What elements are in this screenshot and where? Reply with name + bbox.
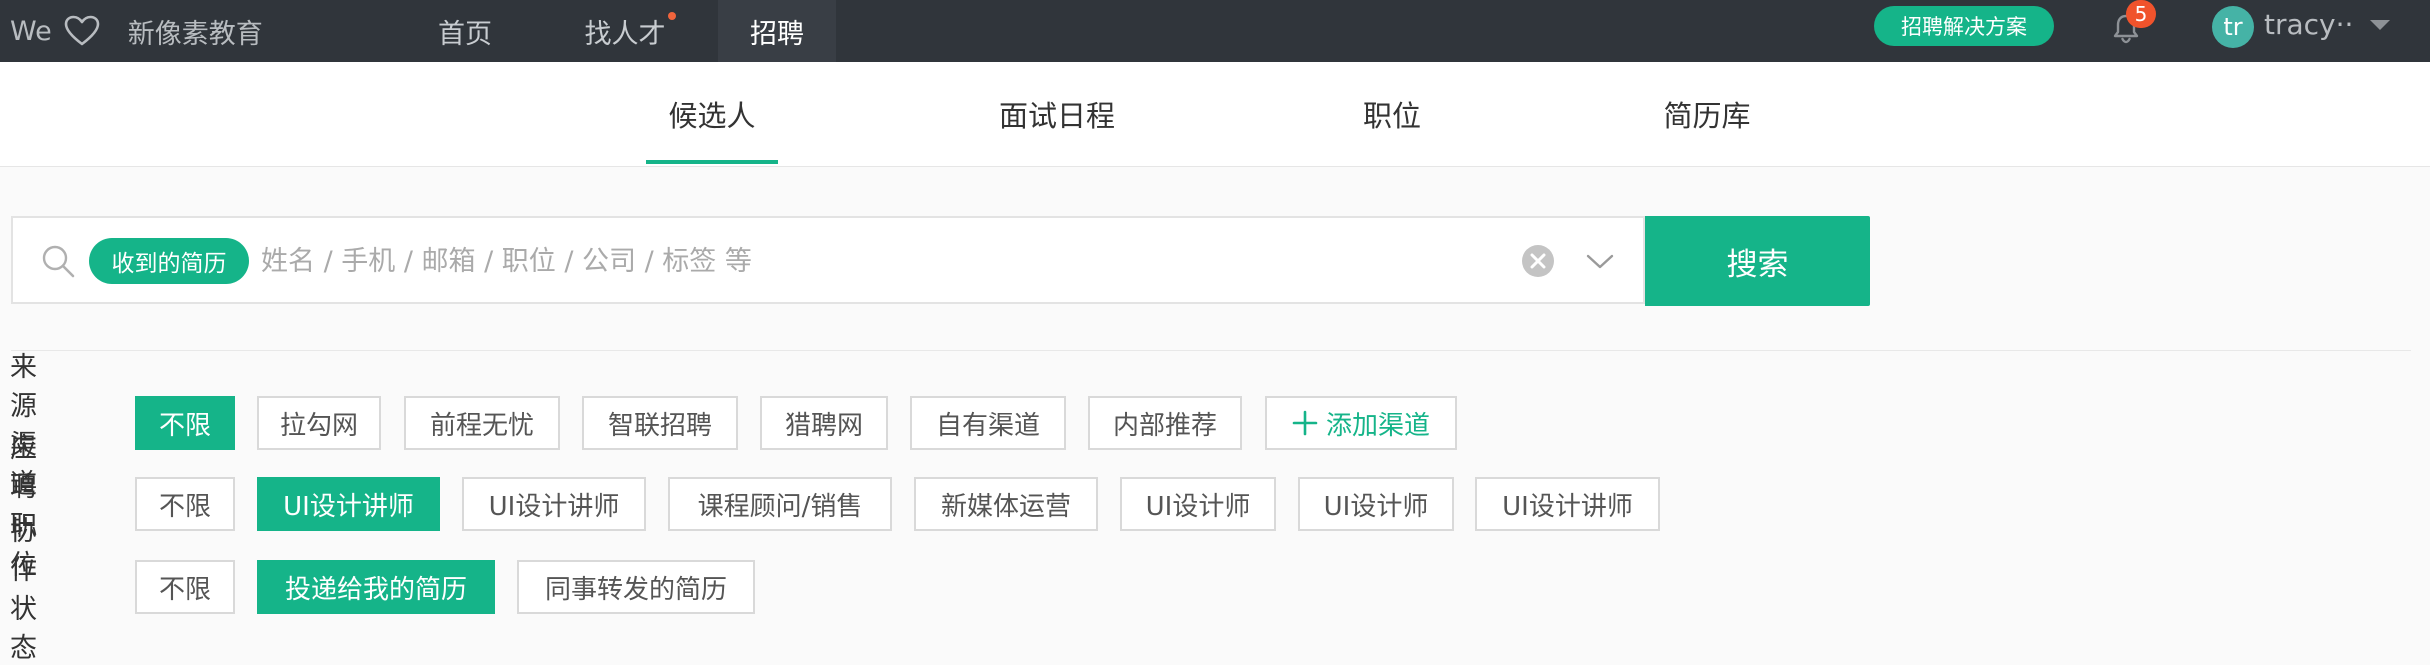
notification-badge: 5: [2126, 0, 2156, 28]
heart-icon: [64, 15, 100, 46]
collab-option-sent-to-me[interactable]: 投递给我的简历: [257, 560, 495, 614]
tab-positions-label: 职位: [1362, 99, 1421, 133]
source-option-own-channel[interactable]: 自有渠道: [910, 396, 1066, 450]
search-input[interactable]: [259, 232, 1513, 290]
tab-resume-library[interactable]: 简历库: [1660, 62, 1754, 166]
tab-candidates-label: 候选人: [668, 99, 756, 133]
search-icon: [42, 245, 75, 278]
search-button[interactable]: 搜索: [1645, 216, 1870, 306]
avatar[interactable]: tr: [2212, 6, 2254, 48]
section-divider: [11, 350, 2411, 351]
nav-recruit-label: 招聘: [750, 18, 804, 50]
brand-logo[interactable]: We 新像素教育: [10, 0, 263, 62]
recruit-solution-label: 招聘解决方案: [1901, 15, 2027, 39]
recruit-solution-button[interactable]: 招聘解决方案: [1874, 6, 2054, 46]
source-option-51job[interactable]: 前程无忧: [404, 396, 560, 450]
tab-interview-schedule-label: 面试日程: [998, 99, 1115, 133]
new-indicator-dot: [668, 12, 676, 20]
collab-option-forwarded[interactable]: 同事转发的简历: [517, 560, 755, 614]
tab-positions[interactable]: 职位: [1352, 62, 1432, 166]
source-option-referral[interactable]: 内部推荐: [1088, 396, 1242, 450]
add-channel-button[interactable]: 添加渠道: [1265, 396, 1457, 450]
nav-recruit[interactable]: 招聘: [718, 0, 836, 62]
org-name: 新像素教育: [127, 18, 263, 50]
search-scope-tag[interactable]: 收到的简历: [89, 238, 249, 284]
position-option-ui-designer-2[interactable]: UI设计师: [1298, 477, 1454, 531]
logo-text: We: [10, 15, 52, 47]
position-option-ui-designer-1[interactable]: UI设计师: [1120, 477, 1276, 531]
filter-label-collab: 协作状态: [10, 516, 37, 664]
source-option-any[interactable]: 不限: [135, 396, 235, 450]
add-channel-label: 添加渠道: [1325, 410, 1430, 441]
search-box: 收到的简历: [11, 216, 1645, 304]
search-scope-label: 收到的简历: [111, 251, 227, 277]
position-option-new-media[interactable]: 新媒体运营: [914, 477, 1098, 531]
active-tab-indicator: [646, 160, 778, 164]
nav-home-label: 首页: [438, 18, 492, 50]
collab-option-any[interactable]: 不限: [135, 560, 235, 614]
clear-icon[interactable]: [1521, 244, 1555, 278]
tab-interview-schedule[interactable]: 面试日程: [990, 62, 1124, 166]
top-navigation-bar: We 新像素教育 首页 找人才 招聘 招聘解决方案 5 tr tracy··: [0, 0, 2430, 62]
nav-find-talent[interactable]: 找人才: [560, 0, 690, 62]
username[interactable]: tracy··: [2264, 8, 2353, 41]
position-option-any[interactable]: 不限: [135, 477, 235, 531]
nav-home[interactable]: 首页: [410, 0, 520, 62]
plus-icon: [1292, 410, 1318, 436]
nav-find-talent-label: 找人才: [584, 18, 666, 50]
tab-candidates[interactable]: 候选人: [646, 62, 778, 166]
position-option-ui-instructor-2[interactable]: UI设计讲师: [462, 477, 646, 531]
position-option-ui-instructor-1[interactable]: UI设计讲师: [257, 477, 440, 531]
position-option-course-consultant[interactable]: 课程顾问/销售: [668, 477, 892, 531]
source-option-zhaopin[interactable]: 智联招聘: [582, 396, 738, 450]
chevron-down-icon[interactable]: [1583, 246, 1617, 276]
tab-resume-library-label: 简历库: [1663, 99, 1751, 133]
source-option-liepin[interactable]: 猎聘网: [760, 396, 888, 450]
sub-tab-bar: 候选人 面试日程 职位 简历库: [0, 62, 2430, 167]
position-option-ui-instructor-3[interactable]: UI设计讲师: [1475, 477, 1660, 531]
search-button-label: 搜索: [1726, 246, 1789, 283]
source-option-lagou[interactable]: 拉勾网: [257, 396, 381, 450]
chevron-down-icon[interactable]: [2370, 20, 2390, 30]
